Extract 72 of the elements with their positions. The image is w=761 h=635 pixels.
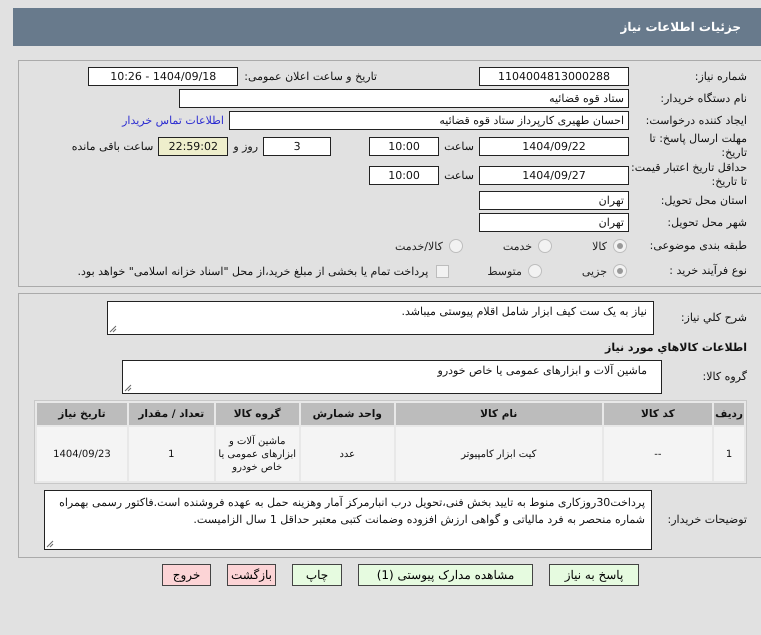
window-title: جزئیات اطلاعات نیاز	[13, 8, 761, 46]
table-cell: کیت ابزار کامپیوتر	[396, 427, 602, 481]
field-label: ساعت	[444, 168, 474, 182]
field-value: 1404/09/27	[479, 166, 629, 184]
table-cell: عدد	[300, 427, 394, 481]
table-cell: 1	[128, 427, 214, 481]
field-label: شهر محل تحویل:	[666, 216, 747, 230]
column-header: ردیف	[714, 403, 744, 425]
field-label: گروه کالا:	[702, 370, 747, 384]
field-value: ستاد قوه قضائیه	[179, 89, 629, 108]
form-button[interactable]: پاسخ به نیاز	[549, 564, 639, 586]
field-label: حداقل تاریخ اعتبار قیمت: تا تاریخ:	[630, 161, 747, 189]
option-label: خدمت	[502, 240, 532, 252]
countdown-value: 22:59:02	[158, 136, 228, 156]
table-cell: --	[604, 427, 712, 481]
radio-button[interactable]	[528, 264, 542, 278]
resize-grip-icon[interactable]	[124, 384, 132, 392]
field-value: تهران	[479, 213, 629, 232]
field-label: توضیحات خریدار:	[666, 513, 747, 527]
radio-button[interactable]	[448, 239, 463, 253]
resize-grip-icon[interactable]	[46, 540, 54, 548]
field-label: مهلت ارسال پاسخ: تا تاریخ:	[648, 132, 747, 160]
field-label: نام دستگاه خریدار:	[659, 92, 747, 106]
column-header: کد کالا	[604, 403, 712, 425]
option-label: متوسط	[487, 264, 522, 278]
field-label: طبقه بندی موضوعی:	[648, 239, 747, 253]
option-label: کالا/خدمت	[395, 240, 443, 252]
table-cell: ماشین آلات و ابزارهای عمومی یا خاص خودرو	[216, 427, 299, 481]
field-value: 3	[263, 136, 332, 156]
option-label: جزیی	[582, 264, 607, 278]
column-header: تاریخ نیاز	[37, 403, 127, 425]
field-value: 1104004813000288	[479, 67, 629, 86]
description-field[interactable]: نیاز به یک ست کیف ابزار شامل اقلام پیوستی میباشد.	[107, 301, 654, 335]
field-value: 1404/09/18 - 10:26	[88, 67, 238, 86]
field-value: 1404/09/22	[479, 136, 629, 156]
checkbox-label: پرداخت تمام یا بخشی از مبلغ خرید،از محل "اسناد خزانه اسلامی" خواهد بود.	[78, 264, 428, 278]
option-label: کالا	[592, 240, 607, 252]
column-header: واحد شمارش	[300, 403, 394, 425]
field-label: شماره نیاز:	[694, 70, 747, 84]
contact-link[interactable]: اطلاعات تماس خریدار	[122, 114, 224, 127]
description-text: نیاز به یک ست کیف ابزار شامل اقلام پیوستی میباشد.	[401, 305, 647, 318]
table-cell: 1	[714, 427, 744, 481]
field-label: نوع فرآیند خرید :	[668, 264, 747, 278]
resize-grip-icon[interactable]	[109, 325, 117, 333]
goods-group-field[interactable]: ماشین آلات و ابزارهای عمومی یا خاص خودرو	[122, 360, 662, 394]
field-label: ایجاد کننده درخواست:	[644, 114, 747, 128]
radio-button[interactable]	[613, 239, 627, 253]
notes-text: پرداخت30روزکاری منوط به تایید بخش فنی،تحویل درب انبارمرکز آمار وهزینه حمل به عهده فروشنده است.فاکتور رسمی بهمراه شماره منحصر به فرد مالیاتی و گواهی ارزش افزوده وضمانت کتبی معتبر حداقل 1 سال الزامیست.	[59, 496, 645, 526]
field-value: احسان طهیری کارپرداز ستاد قوه قضائیه	[229, 111, 629, 130]
form-button[interactable]: بازگشت	[227, 564, 276, 586]
field-label: شرح کلي نياز:	[680, 311, 747, 325]
form-button[interactable]: مشاهده مدارک پیوستی (1)	[358, 564, 533, 586]
field-label: ساعت باقی مانده	[72, 140, 154, 152]
section-heading: اطلاعات کالاهاي مورد نياز	[605, 341, 747, 354]
field-label: ساعت	[444, 140, 474, 152]
field-label: روز و	[233, 140, 258, 152]
field-value: تهران	[479, 191, 629, 210]
table-cell: 1404/09/23	[37, 427, 127, 481]
column-header: نام کالا	[396, 403, 602, 425]
goods-group-text: ماشین آلات و ابزارهای عمومی یا خاص خودرو	[438, 364, 647, 377]
form-button[interactable]: خروج	[162, 564, 211, 586]
checkbox[interactable]	[436, 264, 450, 278]
field-value: 10:00	[369, 166, 440, 184]
column-header: تعداد / مقدار	[128, 403, 214, 425]
radio-button[interactable]	[538, 239, 552, 253]
field-label: تاریخ و ساعت اعلان عمومی:	[244, 70, 377, 83]
radio-button[interactable]	[613, 264, 627, 278]
column-header: گروه کالا	[216, 403, 299, 425]
field-label: استان محل تحویل:	[660, 194, 747, 208]
notes-field[interactable]: پرداخت30روزکاری منوط به تایید بخش فنی،تحویل درب انبارمرکز آمار وهزینه حمل به عهده فروشنده است.فاکتور رسمی بهمراه شماره منحصر به فرد مالیاتی و گواهی ارزش افزوده وضمانت کتبی معتبر حداقل 1 سال الزامیست.	[44, 490, 652, 550]
form-button[interactable]: چاپ	[292, 564, 342, 586]
field-value: 10:00	[369, 136, 440, 156]
